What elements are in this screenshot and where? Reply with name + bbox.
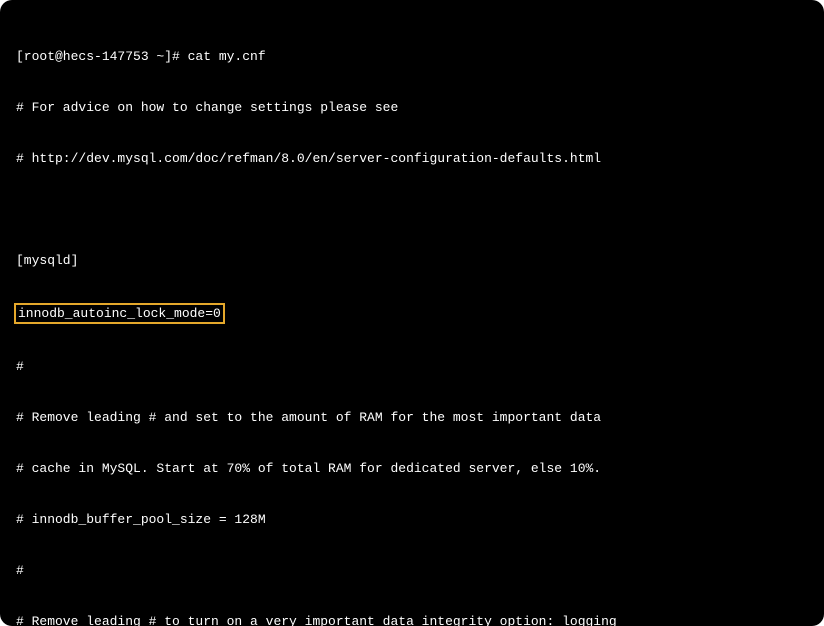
terminal-line: # (16, 562, 808, 579)
terminal-content: [root@hecs-147753 ~]# cat my.cnf # For a… (16, 14, 808, 626)
terminal-window[interactable]: [root@hecs-147753 ~]# cat my.cnf # For a… (0, 0, 824, 626)
terminal-line (16, 201, 808, 218)
terminal-line: # (16, 358, 808, 375)
terminal-line: # cache in MySQL. Start at 70% of total … (16, 460, 808, 477)
terminal-line: innodb_autoinc_lock_mode=0 (16, 303, 808, 324)
highlighted-config-line: innodb_autoinc_lock_mode=0 (14, 303, 225, 324)
terminal-line: # innodb_buffer_pool_size = 128M (16, 511, 808, 528)
terminal-line: # For advice on how to change settings p… (16, 99, 808, 116)
terminal-prompt-line: [root@hecs-147753 ~]# cat my.cnf (16, 48, 808, 65)
terminal-line: [mysqld] (16, 252, 808, 269)
terminal-line: # Remove leading # and set to the amount… (16, 409, 808, 426)
terminal-line: # http://dev.mysql.com/doc/refman/8.0/en… (16, 150, 808, 167)
terminal-line: # Remove leading # to turn on a very imp… (16, 613, 808, 626)
